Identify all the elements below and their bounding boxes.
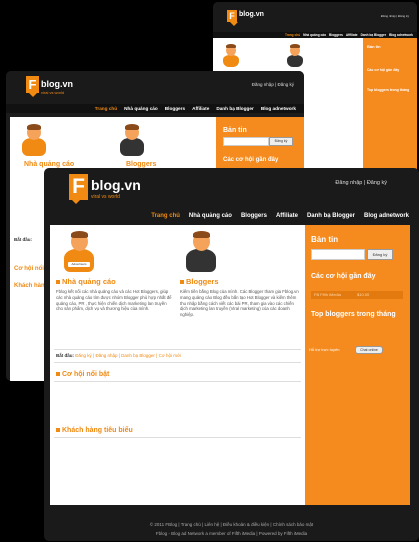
bullet-icon: [56, 372, 60, 377]
tagline: viral vs world: [91, 194, 120, 200]
for-label: Bắt đầu:: [14, 237, 32, 242]
divider: [54, 381, 301, 382]
login-links[interactable]: Đăng nhập | Đăng ký: [252, 82, 294, 87]
sidebar: Bản tin Đăng ký Các cơ hội gần đây FB Fi…: [305, 225, 410, 505]
nav-directory[interactable]: Danh bạ Blogger: [307, 213, 355, 219]
blogger-avatar: [285, 44, 305, 68]
nav-home[interactable]: Trang chủ: [151, 213, 180, 219]
nav-network[interactable]: Blog adnetwork: [389, 33, 413, 37]
opportunities-title-text: Cơ hội nổi bật: [62, 371, 110, 378]
nav-directory[interactable]: Danh bạ Blogger: [361, 33, 387, 37]
login-links[interactable]: Đăng nhập | Đăng ký: [381, 14, 409, 18]
advertiser-title-text: Nhà quảng cáo: [62, 277, 116, 286]
support-label: Hỗ trợ trực tuyến: [309, 347, 340, 352]
nav-home[interactable]: Trang chủ: [285, 33, 300, 37]
logo-text: blog.vn: [91, 177, 141, 193]
bullet-icon: [56, 280, 60, 285]
main-content: Advertisers Nhà quảng cáo Fblog kết nối …: [50, 225, 305, 505]
blogger-title-text: Bloggers: [186, 277, 219, 286]
nav-network[interactable]: Blog adnetwork: [364, 213, 409, 219]
nav-advertisers[interactable]: Nhà quảng cáo: [189, 213, 232, 219]
sidebar: Bản tin Các cơ hội gần đây Top bloggers …: [363, 38, 417, 174]
main-nav: Trang chủ Nhà quảng cáo Bloggers Affilia…: [6, 104, 304, 113]
footer-credit: Fblog - Blog ad Network a member of Fift…: [155, 531, 308, 536]
nav-network[interactable]: Blog adnetwork: [261, 106, 296, 111]
register-button[interactable]: Đăng ký: [367, 249, 393, 260]
chat-online-button[interactable]: Chat online: [355, 346, 383, 354]
blogger-description: Kiếm tiền bằng Blog của mình. Các Blogge…: [180, 289, 299, 318]
bullet-icon: [180, 280, 184, 285]
main-nav: Trang chủ Nhà quảng cáo Bloggers Affilia…: [44, 210, 419, 222]
blogger-title[interactable]: Bloggers: [126, 161, 156, 168]
nav-bloggers[interactable]: Bloggers: [241, 213, 267, 219]
nav-advertisers[interactable]: Nhà quảng cáo: [124, 106, 158, 111]
advertiser-avatar: [20, 123, 48, 157]
recent-item: FB Fifth iMedia: [314, 292, 341, 297]
newsletter-title: Bản tin: [367, 44, 381, 49]
divider: [54, 437, 301, 438]
advertiser-title[interactable]: Nhà quảng cáo: [56, 277, 116, 286]
nav-bloggers[interactable]: Bloggers: [329, 33, 343, 37]
blogger-title[interactable]: Bloggers: [180, 277, 219, 286]
top-title: Top bloggers trong tháng: [367, 88, 410, 92]
divider: [54, 349, 301, 350]
divider: [54, 362, 301, 363]
recent-title: Các cơ hội gần đây: [223, 157, 279, 163]
advertiser-title[interactable]: Nhà quảng cáo: [24, 161, 74, 168]
logo-icon: F: [26, 76, 39, 97]
footer-links[interactable]: © 2011 FBlog | Trang chủ | Liên hệ | Điề…: [44, 522, 419, 527]
register-button[interactable]: Đăng ký: [269, 137, 293, 146]
opportunities-title[interactable]: Cơ hội nổi bật: [56, 371, 109, 378]
newsletter-title: Bản tin: [223, 127, 247, 134]
recent-title: Các cơ hội gần đây: [367, 68, 400, 72]
logo-text: blog.vn: [41, 79, 73, 89]
blogger-avatar: [118, 123, 146, 157]
customers-title[interactable]: Khách hàng tiêu biểu: [56, 427, 133, 434]
logo-icon: F: [227, 10, 238, 26]
nav-affiliate[interactable]: Affiliate: [276, 213, 298, 219]
nav-directory[interactable]: Danh bạ Blogger: [216, 106, 254, 111]
top-title: Top bloggers trong tháng: [311, 311, 396, 318]
customers-title-text: Khách hàng tiêu biểu: [62, 427, 133, 434]
tagline: viral vs world: [41, 90, 65, 95]
advertiser-avatar: Advertisers: [62, 229, 96, 273]
nav-bloggers[interactable]: Bloggers: [165, 106, 185, 111]
support-row: Hỗ trợ trực tuyến: [309, 347, 339, 352]
newsletter-title: Bản tin: [311, 235, 339, 244]
recent-title: Các cơ hội gần đây: [311, 273, 376, 280]
nav-affiliate[interactable]: Affiliate: [192, 106, 209, 111]
nav-advertisers[interactable]: Nhà quảng cáo: [303, 33, 326, 37]
blogger-avatar: [184, 229, 218, 273]
screenshot-root: { "site": { "logo_letter": "F", "logo_te…: [0, 0, 419, 542]
bullet-icon: [56, 428, 60, 433]
newsletter-input[interactable]: [223, 137, 269, 146]
login-links[interactable]: Đăng nhập | Đăng ký: [335, 180, 387, 186]
newsletter-input[interactable]: [311, 249, 365, 260]
advertiser-badge: Advertisers: [68, 262, 90, 267]
preview-window-front: F blog.vn viral vs world Đăng nhập | Đăn…: [44, 168, 419, 541]
logo-icon: F: [69, 174, 88, 204]
start-links: Bắt đầu: Đăng ký | Đăng nhập | Danh bạ B…: [56, 353, 181, 358]
advertiser-description: Fblog kết nối các nhà quảng cáo và các H…: [56, 289, 172, 312]
nav-home[interactable]: Trang chủ: [95, 106, 117, 111]
recent-item-row[interactable]: FB Fifth iMedia $10.00: [311, 291, 403, 299]
logo-text: blog.vn: [239, 11, 264, 18]
for-label: Bắt đầu:: [56, 353, 74, 358]
nav-affiliate[interactable]: Affiliate: [346, 33, 358, 37]
recent-price: $10.00: [357, 292, 370, 297]
advertiser-avatar: [221, 44, 241, 68]
start-links-text[interactable]: Đăng ký | Đăng nhập | Danh bạ Blogger | …: [75, 353, 181, 358]
